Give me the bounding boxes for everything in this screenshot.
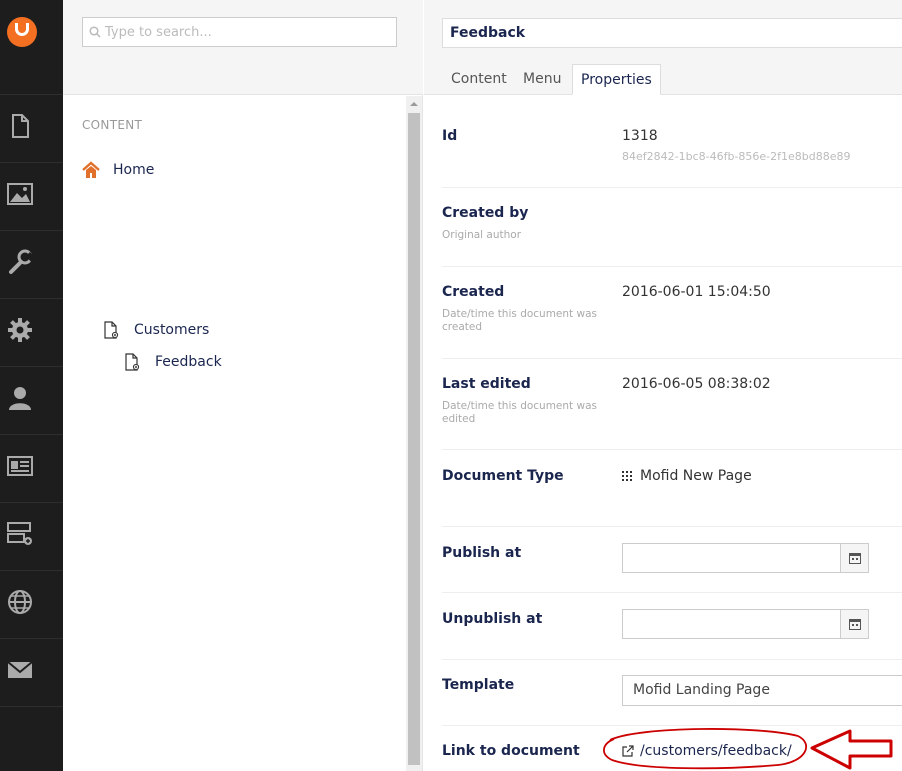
tree-header (63, 0, 423, 95)
last-edited-desc: Date/time this document was edited (442, 400, 597, 425)
grid-dots-icon (622, 471, 632, 481)
users-section-icon[interactable] (6, 384, 34, 412)
created-by-label: Created by (442, 205, 529, 221)
publish-at-input[interactable] (623, 544, 841, 572)
search-box[interactable] (82, 17, 397, 47)
rail-divider (0, 638, 63, 639)
property-divider (442, 725, 902, 726)
forms-section-icon[interactable] (6, 520, 34, 548)
scroll-up-arrow-icon[interactable] (407, 98, 421, 110)
created-value: 2016-06-01 15:04:50 (622, 284, 771, 300)
members-card-icon[interactable] (6, 452, 34, 480)
document-type-value[interactable]: Mofid New Page (622, 468, 752, 484)
publish-at-label: Publish at (442, 545, 522, 561)
developer-gear-icon[interactable] (6, 316, 34, 344)
settings-wrench-icon[interactable] (6, 248, 34, 276)
external-link-icon (622, 745, 634, 757)
rail-divider (0, 502, 63, 503)
section-rail (0, 0, 63, 771)
property-divider (442, 449, 902, 450)
publish-at-calendar-button[interactable] (840, 544, 868, 572)
umbraco-logo-icon[interactable] (7, 17, 37, 47)
tab-content[interactable]: Content (443, 64, 515, 95)
tree-node-label: Feedback (155, 354, 222, 370)
unpublish-at-calendar-button[interactable] (840, 610, 868, 638)
property-divider (442, 266, 902, 267)
document-type-text: Mofid New Page (640, 468, 752, 484)
id-guid: 84ef2842-1bc8-46fb-856e-2f1e8bd88e89 (622, 150, 851, 163)
content-section-icon[interactable] (6, 112, 34, 140)
tree-node-label: Customers (134, 322, 210, 338)
document-type-label: Document Type (442, 468, 564, 484)
template-select[interactable]: Mofid Landing Page (622, 675, 902, 706)
rail-divider (0, 94, 63, 95)
unpublish-at-datepicker[interactable] (622, 609, 869, 639)
id-value: 1318 (622, 128, 658, 144)
document-link-text: /customers/feedback/ (640, 743, 792, 759)
created-desc: Date/time this document was created (442, 308, 597, 333)
tree-node-customers[interactable]: Customers (103, 321, 209, 339)
last-edited-value: 2016-06-05 08:38:02 (622, 376, 771, 392)
rail-divider (0, 434, 63, 435)
mail-envelope-icon[interactable] (6, 656, 34, 684)
template-label: Template (442, 677, 515, 693)
rail-divider (0, 298, 63, 299)
home-icon (82, 161, 100, 178)
property-divider (442, 659, 902, 660)
document-name-input[interactable] (442, 18, 902, 48)
property-divider (442, 526, 902, 527)
tab-properties[interactable]: Properties (572, 64, 661, 95)
content-tree-panel: CONTENT Home Customers Feedback (63, 0, 423, 771)
last-edited-label: Last edited (442, 376, 531, 392)
property-divider (442, 592, 902, 593)
document-icon (104, 321, 119, 339)
unpublish-at-label: Unpublish at (442, 611, 543, 627)
rail-divider (0, 162, 63, 163)
calendar-icon (849, 619, 861, 630)
unpublish-at-input[interactable] (623, 610, 841, 638)
publish-at-datepicker[interactable] (622, 543, 869, 573)
rail-divider (0, 706, 63, 707)
tree-section-title: CONTENT (82, 118, 143, 132)
media-section-icon[interactable] (6, 180, 34, 208)
editor-header: Content Menu Properties (424, 0, 902, 95)
id-label: Id (442, 128, 458, 144)
tree-node-feedback[interactable]: Feedback (124, 353, 222, 371)
rail-divider (0, 570, 63, 571)
translation-globe-icon[interactable] (6, 588, 34, 616)
search-input[interactable] (105, 18, 390, 46)
editor-panel: Content Menu Properties Id 1318 84ef2842… (424, 0, 902, 771)
created-by-desc: Original author (442, 229, 522, 241)
property-divider (442, 358, 902, 359)
document-link[interactable]: /customers/feedback/ (622, 743, 792, 759)
search-icon (89, 26, 101, 38)
tree-node-home[interactable]: Home (82, 161, 154, 179)
tab-menu[interactable]: Menu (515, 64, 569, 95)
calendar-icon (849, 553, 861, 564)
property-divider (442, 187, 902, 188)
created-label: Created (442, 284, 505, 300)
document-icon (125, 353, 140, 371)
rail-divider (0, 230, 63, 231)
link-to-document-label: Link to document (442, 743, 580, 759)
tree-scrollbar-thumb[interactable] (408, 113, 420, 765)
tree-node-label: Home (113, 162, 155, 178)
rail-divider (0, 366, 63, 367)
